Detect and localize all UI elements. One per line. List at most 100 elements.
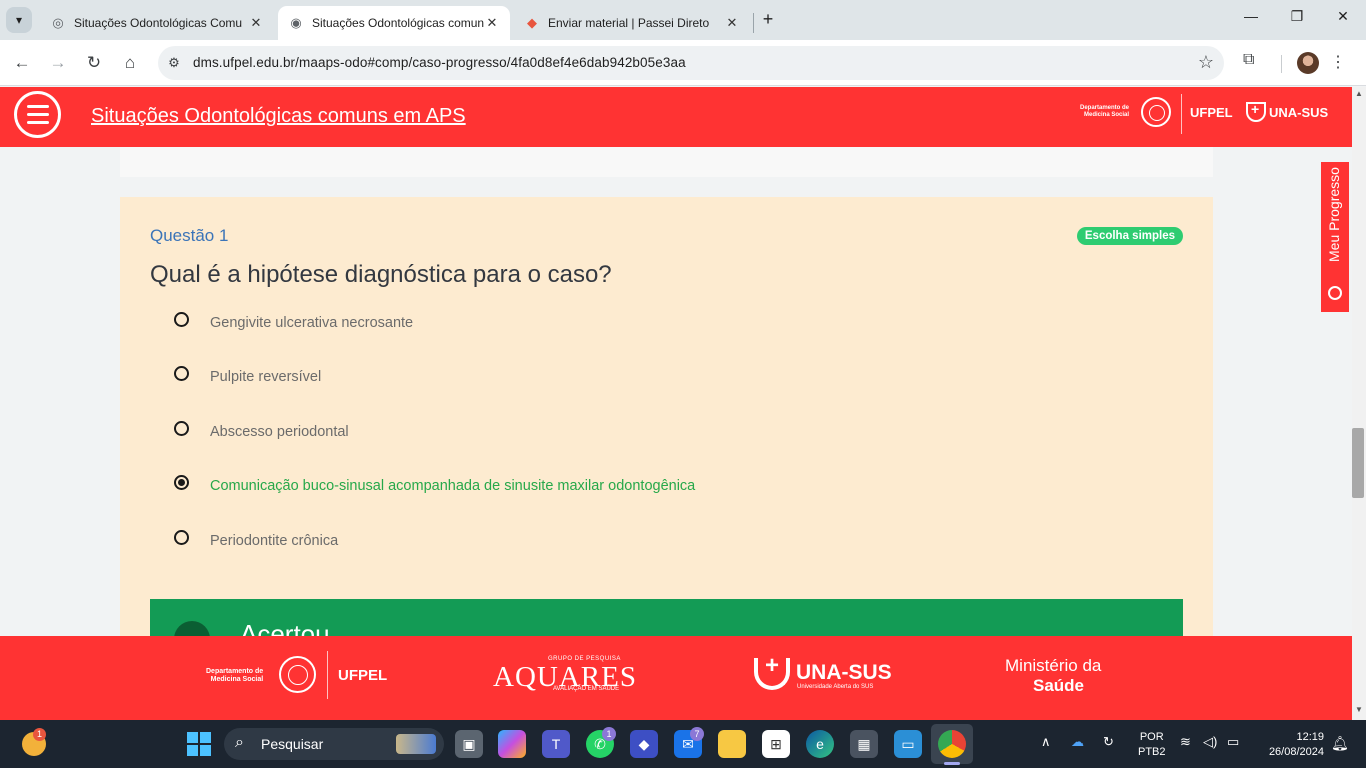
ufpel-logo: UFPEL: [1190, 105, 1233, 120]
profile-avatar[interactable]: [1297, 52, 1319, 74]
unasus-logo: UNA-SUS: [1246, 101, 1328, 122]
browser-toolbar: ← → ↻ ⌂ ⚙ dms.ufpel.edu.br/maaps-odo#com…: [0, 40, 1366, 86]
minimize-button[interactable]: —: [1228, 8, 1274, 32]
previous-section-card: [120, 147, 1213, 177]
extensions-icon[interactable]: ⧉: [1243, 51, 1254, 69]
browser-tab-2[interactable]: ◉ Situações Odontológicas comun ✕: [278, 6, 510, 40]
wifi-icon[interactable]: ≋: [1180, 734, 1191, 750]
reload-button[interactable]: ↻: [82, 51, 106, 75]
close-icon[interactable]: ✕: [484, 15, 500, 31]
scroll-up-arrow-icon[interactable]: ▲: [1352, 89, 1366, 101]
option-label: Gengivite ulcerativa necrosante: [210, 315, 414, 331]
question-number: Questão 1: [150, 226, 229, 245]
teams-icon[interactable]: T: [542, 730, 570, 758]
restore-button[interactable]: ❐: [1274, 8, 1320, 32]
search-highlight-image: [396, 734, 436, 754]
answer-option[interactable]: Periodontite crônica: [174, 529, 339, 552]
app-title-link[interactable]: Situações Odontológicas comuns em APS: [91, 105, 466, 128]
answer-option[interactable]: Abscesso periodontal: [174, 420, 349, 443]
search-placeholder: Pesquisar: [261, 736, 324, 752]
radio-button-checked[interactable]: [174, 474, 189, 490]
volume-icon[interactable]: ◁): [1203, 734, 1217, 750]
weather-badge: 1: [33, 728, 46, 741]
progress-tab-label: Meu Progresso: [1326, 167, 1342, 262]
app-launcher-icon[interactable]: ◆: [630, 730, 658, 758]
ministerio-logo-line2: Saúde: [1033, 676, 1085, 695]
browser-tab-3[interactable]: ◆ Enviar material | Passei Direto ✕: [514, 6, 750, 40]
windows-taskbar: 1 ⌕ Pesquisar ▣ T ✆ 1 ◆ ✉ 7 ⊞ e ▦ ▭ ∧ ☁ …: [0, 720, 1366, 768]
tab-search-button[interactable]: ▾: [6, 7, 32, 33]
tab-title: Situações Odontológicas Comu: [74, 16, 243, 30]
fingerprint-icon: ◎: [52, 15, 64, 30]
bookmark-star-icon[interactable]: ☆: [1198, 52, 1214, 73]
meu-progresso-tab[interactable]: Meu Progresso: [1321, 162, 1349, 312]
back-button[interactable]: ←: [10, 51, 34, 75]
tab-separator: [753, 13, 754, 33]
option-label: Periodontite crônica: [210, 533, 339, 549]
new-tab-button[interactable]: +: [758, 9, 778, 31]
battery-icon[interactable]: ▭: [1227, 734, 1239, 750]
dept-medicina-social-logo: Departamento de Medicina Social: [206, 668, 264, 683]
notification-bell-icon[interactable]: 🔔︎: [1331, 735, 1349, 752]
close-icon[interactable]: ✕: [248, 15, 264, 31]
chevron-up-icon[interactable]: ∧: [1041, 734, 1051, 750]
result-text: Acertou: [240, 619, 330, 636]
radio-button[interactable]: [174, 420, 189, 436]
search-icon: ⌕: [235, 734, 244, 751]
task-view-icon[interactable]: ▣: [455, 730, 483, 758]
checkmark-icon: [174, 621, 210, 636]
chrome-icon[interactable]: [938, 730, 966, 758]
ufpel-seal-icon: [279, 656, 316, 693]
radio-button[interactable]: [174, 365, 189, 381]
home-button[interactable]: ⌂: [118, 51, 142, 75]
ufpel-logo: UFPEL: [338, 667, 388, 684]
copilot-icon[interactable]: [498, 730, 526, 758]
scroll-thumb[interactable]: [1352, 428, 1364, 498]
browser-tab-strip: ▾ ◎ Situações Odontológicas Comu ✕ ◉ Sit…: [0, 0, 1366, 40]
option-label: Pulpite reversível: [210, 369, 322, 385]
aquares-subtitle: AVALIAÇÃO EM SAÚDE: [553, 686, 620, 692]
unasus-subtitle: Universidade Aberta do SUS: [797, 684, 874, 690]
question-type-badge: Escolha simples: [1076, 227, 1183, 245]
ministerio-logo-line1: Ministério da: [1005, 656, 1102, 675]
sync-icon[interactable]: ↻: [1103, 734, 1114, 750]
edge-icon[interactable]: e: [806, 730, 834, 758]
ufpel-seal-icon: [1141, 97, 1171, 127]
active-app-indicator: [944, 762, 960, 765]
calculator-icon[interactable]: ▦: [850, 730, 878, 758]
progress-icon: [1328, 286, 1342, 300]
unasus-icon: [754, 652, 790, 690]
answer-option[interactable]: Pulpite reversível: [174, 365, 322, 388]
hamburger-menu-button[interactable]: [14, 91, 61, 138]
microsoft-store-icon[interactable]: ⊞: [762, 730, 790, 758]
taskbar-search[interactable]: ⌕ Pesquisar: [224, 728, 444, 760]
browser-tab-1[interactable]: ◎ Situações Odontológicas Comu ✕: [40, 6, 274, 40]
address-bar[interactable]: ⚙ dms.ufpel.edu.br/maaps-odo#comp/caso-p…: [158, 46, 1224, 80]
logo-separator: [327, 651, 328, 699]
unasus-icon: [1246, 101, 1266, 122]
page-scrollbar[interactable]: [1352, 87, 1366, 720]
close-window-button[interactable]: ✕: [1320, 8, 1366, 32]
answer-option[interactable]: Gengivite ulcerativa necrosante: [174, 311, 414, 334]
answer-option-selected[interactable]: Comunicação buco-sinusal acompanhada de …: [174, 474, 695, 497]
radio-button[interactable]: [174, 311, 189, 327]
file-explorer-icon[interactable]: [718, 730, 746, 758]
remote-desktop-icon[interactable]: ▭: [894, 730, 922, 758]
tab-title: Enviar material | Passei Direto: [548, 16, 710, 30]
mail-badge: 7: [690, 727, 704, 741]
system-clock[interactable]: 12:19 26/08/2024: [1258, 730, 1324, 760]
forward-button[interactable]: →: [46, 51, 70, 75]
question-text: Qual é a hipótese diagnóstica para o cas…: [150, 261, 612, 288]
onedrive-icon[interactable]: ☁: [1071, 734, 1084, 750]
scroll-down-arrow-icon[interactable]: ▼: [1352, 705, 1366, 717]
url-text[interactable]: dms.ufpel.edu.br/maaps-odo#comp/caso-pro…: [193, 55, 686, 70]
radio-button[interactable]: [174, 529, 189, 545]
close-icon[interactable]: ✕: [724, 15, 740, 31]
option-label: Abscesso periodontal: [210, 424, 349, 440]
windows-start-icon[interactable]: [187, 732, 211, 756]
language-indicator[interactable]: POR PTB2: [1138, 730, 1166, 760]
site-footer: Departamento de Medicina Social UFPEL GR…: [0, 636, 1352, 720]
menu-kebab-icon[interactable]: ⋮: [1330, 52, 1346, 72]
unasus-logo: UNA-SUS: [796, 661, 892, 684]
site-info-icon[interactable]: ⚙: [166, 55, 182, 71]
